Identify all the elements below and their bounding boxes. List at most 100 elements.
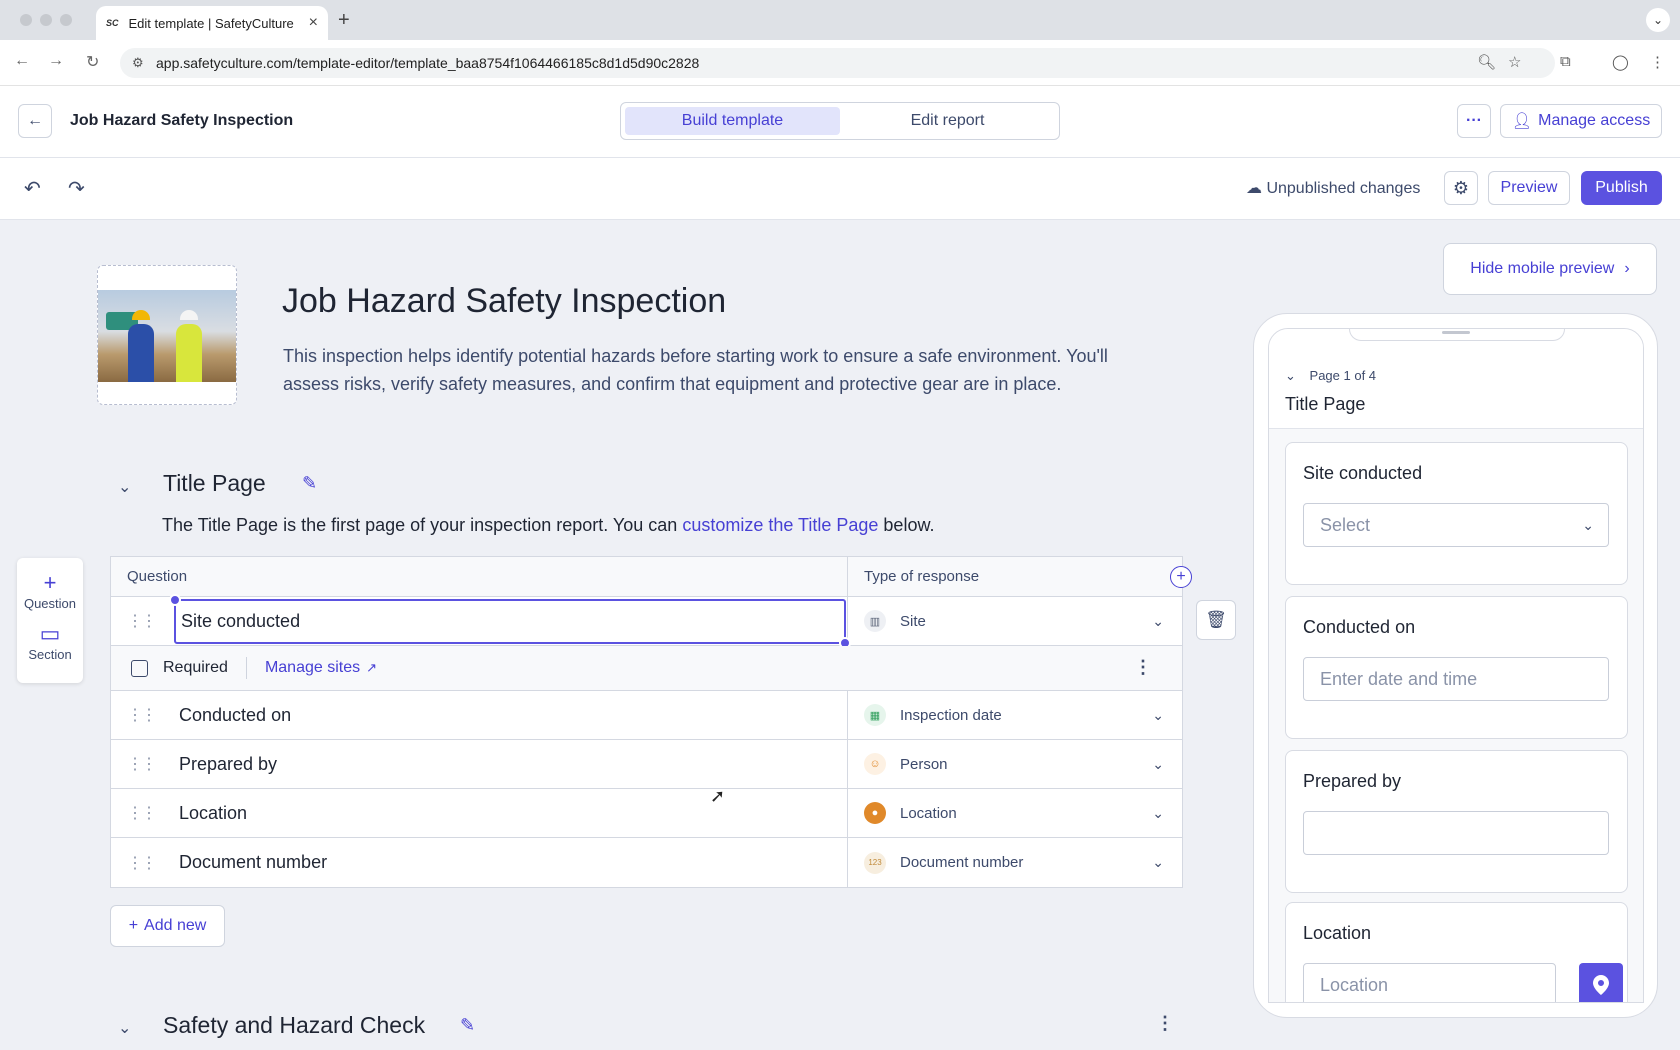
publish-button[interactable]: Publish [1581,171,1662,205]
building-icon: ▥ [864,610,886,632]
manage-access-button[interactable]: 👤︎ Manage access [1500,104,1662,138]
tab-search-icon[interactable]: ⌄ [1646,8,1670,32]
question-text[interactable]: Location [179,803,247,824]
mobile-page-title: Title Page [1285,394,1366,414]
question-edit-field[interactable]: Site conducted [169,594,851,649]
customize-title-page-link[interactable]: customize the Title Page [682,515,878,535]
section-menu-icon[interactable]: ⋮ [1156,1013,1174,1034]
response-type-select[interactable]: ▥ Site ⌄ [848,597,1182,645]
question-menu-icon[interactable]: ⋮ [1134,657,1152,678]
phone-notch [1349,329,1565,341]
table-row[interactable]: ⋮⋮ Conducted on ▦ Inspection date ⌄ [111,691,1182,740]
collapse-section-icon[interactable]: ⌄ [118,1018,131,1038]
question-text[interactable]: Prepared by [179,754,277,775]
edit-pencil-icon[interactable]: ✎ [302,473,317,494]
tab-build-template[interactable]: Build template [625,107,840,135]
question-text: Site conducted [181,611,301,631]
chevron-down-icon: ⌄ [1152,706,1164,723]
bookmark-star-icon[interactable]: ☆ [1508,53,1521,71]
tab-title: Edit template | SafetyCulture [128,15,294,31]
title-page-note: The Title Page is the first page of your… [162,515,934,536]
publish-status: ☁ Unpublished changes [1246,178,1420,198]
table-row[interactable]: ⋮⋮ Location ● Location ⌄ [111,789,1182,838]
manage-sites-link[interactable]: Manage sites [265,659,360,677]
undo-icon[interactable]: ↶ [24,176,41,201]
profile-icon[interactable]: ◯ [1612,53,1629,71]
reload-icon[interactable]: ↻ [86,52,99,72]
extensions-icon[interactable]: ⧉ [1560,53,1571,70]
question-table: Question Type of response ⋮⋮ Site conduc… [110,556,1183,888]
back-icon[interactable]: ← [14,52,30,70]
mobile-page-indicator[interactable]: ⌄ Page 1 of 4 [1285,368,1376,384]
response-type-select[interactable]: ● Location ⌄ [848,789,1182,837]
template-description[interactable]: This inspection helps identify potential… [283,342,1163,398]
drag-handle-icon[interactable]: ⋮⋮ [111,611,171,631]
hide-mobile-preview-button[interactable]: Hide mobile preview › [1443,243,1657,295]
date-time-field[interactable]: Enter date and time [1303,657,1609,701]
section-title[interactable]: Safety and Hazard Check [163,1012,425,1039]
plus-icon[interactable]: + [44,572,57,594]
template-title[interactable]: Job Hazard Safety Inspection [282,282,726,321]
add-new-button[interactable]: + Add new [110,905,225,947]
resize-handle[interactable] [169,594,181,606]
delete-question-button[interactable]: 🗑︎ [1196,600,1236,640]
location-pin-button[interactable] [1579,963,1623,1002]
address-bar-row: ← → ↻ ⚙ app.safetyculture.com/template-e… [0,40,1680,86]
section-title[interactable]: Title Page [163,470,266,497]
site-select[interactable]: Select ⌄ [1303,503,1609,547]
url-field[interactable]: ⚙ app.safetyculture.com/template-editor/… [120,48,1555,78]
table-row[interactable]: ⋮⋮ Document number 123 Document number ⌄ [111,838,1182,887]
tab-edit-report[interactable]: Edit report [840,107,1055,135]
question-text[interactable]: Conducted on [179,705,291,726]
mobile-question-card: Site conducted Select ⌄ [1285,442,1628,585]
collapse-section-icon[interactable]: ⌄ [118,477,131,497]
tab-close-icon[interactable]: × [309,14,318,32]
browser-menu-icon[interactable]: ⋮ [1650,53,1665,71]
browser-tab-bar: SC Edit template | SafetyCulture × + ⌄ [0,0,1680,40]
location-pin-icon: ● [864,802,886,824]
mobile-question-card: Location Location [1285,902,1628,1002]
window-minimize-dot[interactable] [40,14,52,26]
drag-handle-icon[interactable]: ⋮⋮ [111,705,171,725]
redo-icon[interactable]: ↷ [68,176,85,201]
person-field[interactable] [1303,811,1609,855]
add-question-label[interactable]: Question [24,596,76,611]
drag-handle-icon[interactable]: ⋮⋮ [111,853,171,873]
browser-tab[interactable]: SC Edit template | SafetyCulture × [96,6,328,40]
response-type-select[interactable]: 123 Document number ⌄ [848,838,1182,887]
add-response-column-button[interactable]: + [1170,566,1192,588]
mobile-screen: ⌄ Page 1 of 4 Title Page Site conducted … [1268,328,1644,1003]
window-close-dot[interactable] [20,14,32,26]
url-text: app.safetyculture.com/template-editor/te… [156,55,700,71]
drag-handle-icon[interactable]: ⋮⋮ [111,803,171,823]
required-checkbox[interactable] [131,659,148,677]
add-section-label[interactable]: Section [28,647,71,662]
forward-icon[interactable]: → [48,52,64,70]
site-info-icon[interactable]: ⚙ [132,55,144,71]
chevron-down-icon: ⌄ [1285,368,1296,383]
zoom-icon[interactable]: 🔍︎ [1477,53,1496,71]
drag-handle-icon[interactable]: ⋮⋮ [111,754,171,774]
location-field[interactable]: Location [1303,963,1556,1002]
question-text[interactable]: Document number [179,852,327,873]
response-type-label: Inspection date [900,706,1002,724]
back-button[interactable]: ← [18,104,52,138]
response-type-label: Person [900,755,948,773]
edit-pencil-icon[interactable]: ✎ [460,1015,475,1036]
response-type-label: Document number [900,854,1024,871]
cover-image[interactable] [97,265,237,405]
response-type-select[interactable]: ☺ Person ⌄ [848,740,1182,788]
gear-icon: ⚙ [1452,177,1470,198]
window-maximize-dot[interactable] [60,14,72,26]
settings-button[interactable]: ⚙ [1444,171,1478,205]
table-row[interactable]: ⋮⋮ Site conducted ▥ Site ⌄ [111,594,1182,649]
chevron-down-icon: ⌄ [1152,804,1164,821]
table-row[interactable]: ⋮⋮ Prepared by ☺ Person ⌄ [111,740,1182,789]
mobile-preview-frame: ⌄ Page 1 of 4 Title Page Site conducted … [1253,313,1658,1018]
response-type-select[interactable]: ▦ Inspection date ⌄ [848,691,1182,739]
new-tab-icon[interactable]: + [338,9,350,32]
preview-button[interactable]: Preview [1488,171,1570,205]
section-icon[interactable]: ▭ [40,623,61,645]
location-placeholder: Location [1320,974,1389,995]
more-options-button[interactable]: ··· [1457,104,1491,138]
